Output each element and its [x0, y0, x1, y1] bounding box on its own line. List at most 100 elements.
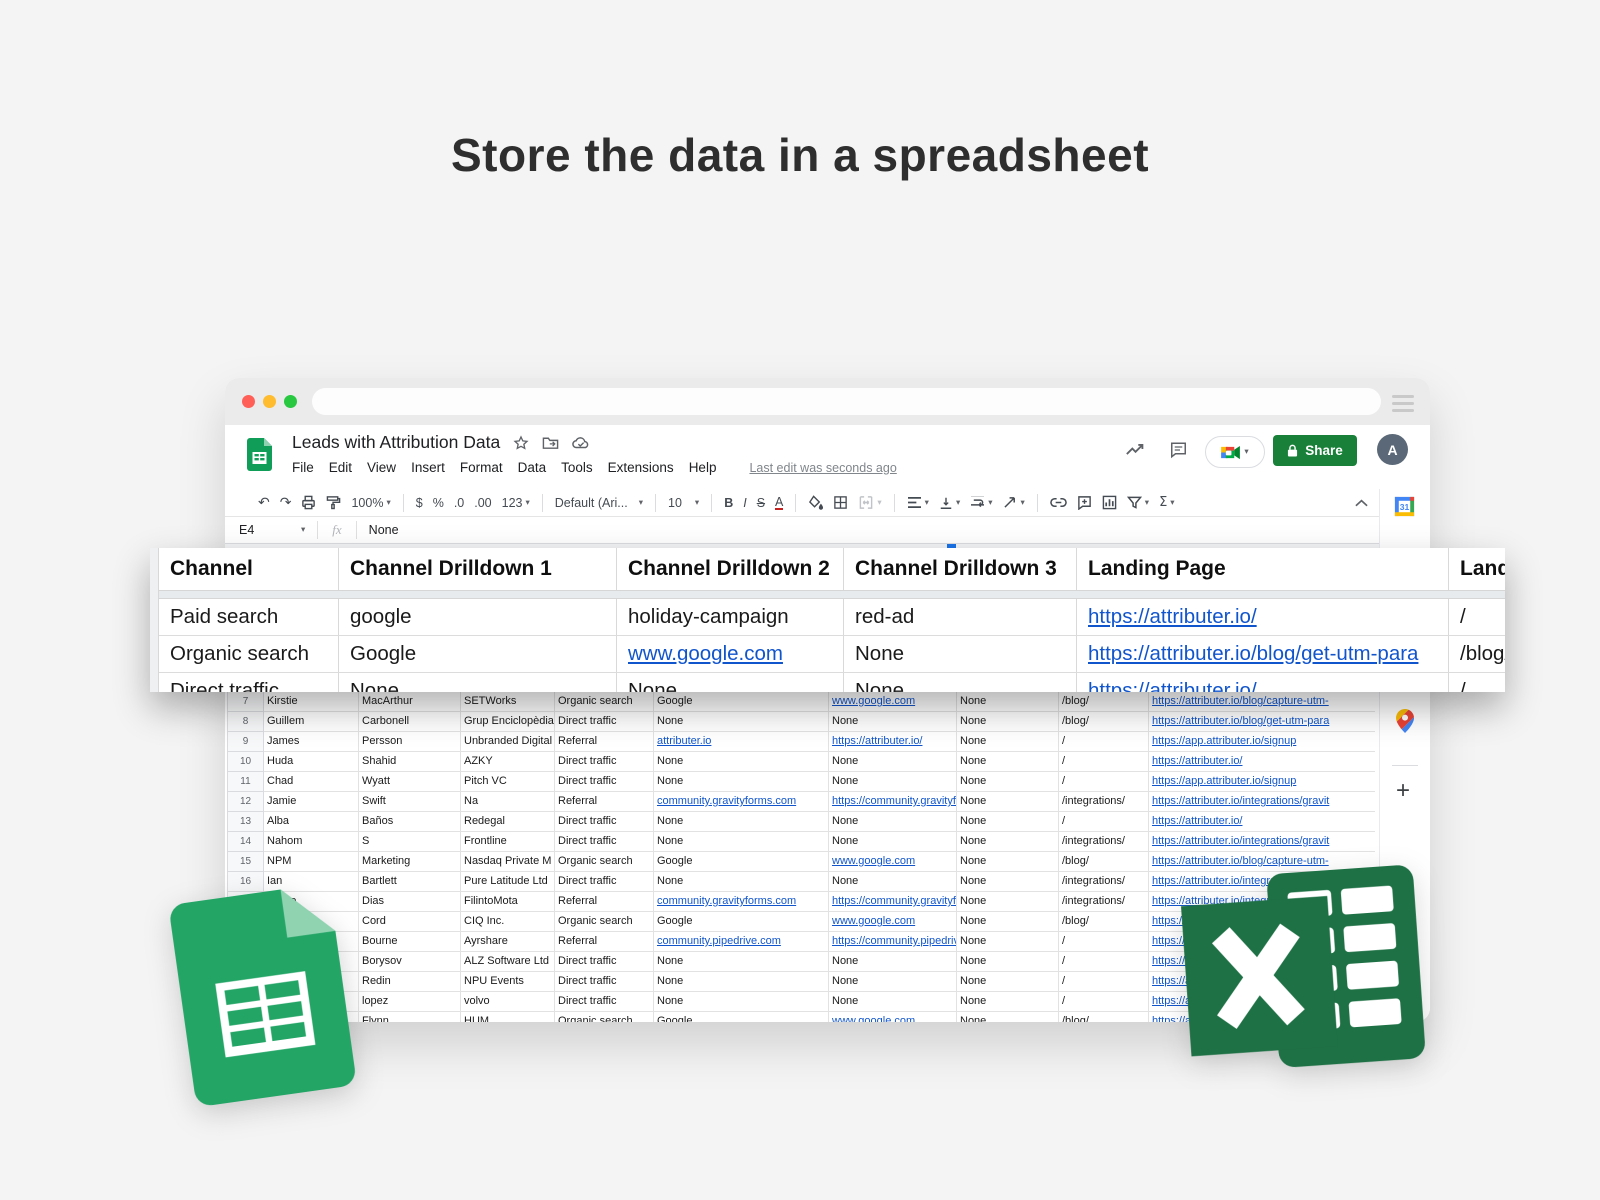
cell-cd2[interactable]: www.google.com — [829, 1012, 957, 1022]
cell-cd2[interactable]: https://community.gravityforms.com — [829, 792, 957, 812]
cell-channel[interactable]: Organic search — [555, 852, 654, 872]
cell-link[interactable]: community.pipedrive.com — [657, 935, 781, 947]
cell-path[interactable]: /integrations/ — [1059, 892, 1149, 912]
cell-cd1[interactable]: community.gravityforms.com — [654, 792, 829, 812]
cell-first[interactable]: Jamie — [264, 792, 359, 812]
cell-cd2[interactable]: None — [829, 872, 957, 892]
merge-cells-button[interactable]: ▾ — [858, 495, 881, 510]
functions-button[interactable]: Σ▾ — [1159, 495, 1175, 510]
menu-format[interactable]: Format — [460, 460, 503, 475]
row-header[interactable]: 14 — [227, 832, 264, 852]
horizontal-align-button[interactable]: ▾ — [907, 496, 929, 509]
cell-first[interactable]: Huda — [264, 752, 359, 772]
cell-cd3[interactable]: None — [957, 912, 1059, 932]
share-button[interactable]: Share — [1273, 435, 1357, 466]
cell-last[interactable]: Persson — [359, 732, 461, 752]
undo-button[interactable]: ↶ — [258, 495, 270, 511]
cell-cd2[interactable]: None — [829, 992, 957, 1012]
cell-last[interactable]: Flynn — [359, 1012, 461, 1022]
cell-link[interactable]: https://attributer.io/blog/capture-utm- — [1152, 855, 1329, 867]
cell-path[interactable]: /blog/ — [1059, 852, 1149, 872]
cell-link[interactable]: attributer.io — [657, 735, 711, 747]
zoom-table-cell[interactable]: /blog/ — [1449, 636, 1505, 672]
cell-path[interactable]: /integrations/ — [1059, 832, 1149, 852]
cell-path[interactable]: / — [1059, 812, 1149, 832]
cell-cd1[interactable]: None — [654, 972, 829, 992]
zoom-table-cell[interactable]: None — [339, 673, 617, 692]
cell-company[interactable]: Frontline — [461, 832, 555, 852]
cell-company[interactable]: Unbranded Digital — [461, 732, 555, 752]
zoom-table-cell[interactable]: None — [844, 673, 1077, 692]
cell-channel[interactable]: Direct traffic — [555, 872, 654, 892]
font-size-select[interactable]: 10▾ — [668, 496, 699, 510]
cell-company[interactable]: HUM — [461, 1012, 555, 1022]
zoom-table-cell[interactable]: www.google.com — [617, 636, 844, 672]
cell-channel[interactable]: Direct traffic — [555, 812, 654, 832]
cell-url[interactable]: https://attributer.io/blog/capture-utm- — [1149, 692, 1375, 712]
cell-cd2[interactable]: None — [829, 832, 957, 852]
cell-company[interactable]: Na — [461, 792, 555, 812]
cell-first[interactable]: James — [264, 732, 359, 752]
cell-cd1[interactable]: None — [654, 992, 829, 1012]
cell-url[interactable]: https://attributer.io/blog/get-utm-para — [1149, 712, 1375, 732]
cell-link[interactable]: https://attributer.io/ — [1088, 679, 1257, 692]
cell-cd2[interactable]: None — [829, 712, 957, 732]
cell-cd1[interactable]: None — [654, 952, 829, 972]
cell-last[interactable]: lopez — [359, 992, 461, 1012]
cell-path[interactable]: / — [1059, 752, 1149, 772]
cell-link[interactable]: community.gravityforms.com — [657, 795, 796, 807]
cell-last[interactable]: Marketing — [359, 852, 461, 872]
cell-link[interactable]: www.google.com — [832, 1015, 915, 1022]
fill-color-button[interactable] — [808, 495, 823, 510]
cell-url[interactable]: https://attributer.io/ — [1149, 812, 1375, 832]
cell-path[interactable]: / — [1059, 732, 1149, 752]
cell-channel[interactable]: Referral — [555, 732, 654, 752]
cell-path[interactable]: /integrations/ — [1059, 872, 1149, 892]
cell-last[interactable]: MacArthur — [359, 692, 461, 712]
cell-link[interactable]: www.google.com — [832, 855, 915, 867]
cell-channel[interactable]: Organic search — [555, 1012, 654, 1022]
cell-last[interactable]: Wyatt — [359, 772, 461, 792]
cell-link[interactable]: https://community.gravityforms.com — [832, 795, 957, 807]
cell-link[interactable]: https://attributer.io/ — [1088, 605, 1257, 629]
cell-cd1[interactable]: None — [654, 752, 829, 772]
cell-cd1[interactable]: Google — [654, 912, 829, 932]
cell-path[interactable]: /integrations/ — [1059, 792, 1149, 812]
cell-cd1[interactable]: None — [654, 872, 829, 892]
last-edit-link[interactable]: Last edit was seconds ago — [749, 461, 896, 475]
move-to-folder-icon[interactable] — [542, 435, 559, 450]
cell-link[interactable]: https://attributer.io/blog/get-utm-para — [1088, 642, 1418, 666]
cell-url[interactable]: https://app.attributer.io/signup — [1149, 732, 1375, 752]
zoom-table-cell[interactable]: / — [1449, 599, 1505, 635]
cell-company[interactable]: CIQ Inc. — [461, 912, 555, 932]
cell-cd1[interactable]: attributer.io — [654, 732, 829, 752]
cell-cd3[interactable]: None — [957, 872, 1059, 892]
format-currency-button[interactable]: $ — [416, 496, 423, 510]
cell-link[interactable]: https://app.attributer.io/signup — [1152, 775, 1296, 787]
zoom-select[interactable]: 100%▾ — [351, 496, 390, 510]
cell-cd2[interactable]: None — [829, 772, 957, 792]
create-filter-button[interactable]: ▾ — [1127, 496, 1149, 509]
cell-company[interactable]: Ayrshare — [461, 932, 555, 952]
cell-company[interactable]: Pure Latitude Ltd — [461, 872, 555, 892]
cell-last[interactable]: Shahid — [359, 752, 461, 772]
cell-cd3[interactable]: None — [957, 1012, 1059, 1022]
cell-link[interactable]: community.gravityforms.com — [657, 895, 796, 907]
row-header[interactable]: 8 — [227, 712, 264, 732]
italic-button[interactable]: I — [743, 496, 746, 510]
row-header[interactable]: 15 — [227, 852, 264, 872]
cell-cd2[interactable]: www.google.com — [829, 852, 957, 872]
cell-first[interactable]: Alba — [264, 812, 359, 832]
paint-format-button[interactable] — [326, 495, 341, 510]
cell-cd3[interactable]: None — [957, 832, 1059, 852]
vertical-align-button[interactable]: ▾ — [939, 496, 960, 510]
cell-link[interactable]: https://attributer.io/integrations/gravi… — [1152, 835, 1329, 847]
cell-cd3[interactable]: None — [957, 692, 1059, 712]
insert-chart-button[interactable] — [1102, 495, 1117, 510]
star-icon[interactable] — [513, 435, 529, 451]
cell-last[interactable]: Bourne — [359, 932, 461, 952]
comment-history-icon[interactable] — [1169, 441, 1188, 464]
text-rotation-button[interactable]: ▾ — [1003, 496, 1025, 509]
cell-link[interactable]: https://attributer.io/ — [1152, 815, 1243, 827]
cell-channel[interactable]: Referral — [555, 932, 654, 952]
